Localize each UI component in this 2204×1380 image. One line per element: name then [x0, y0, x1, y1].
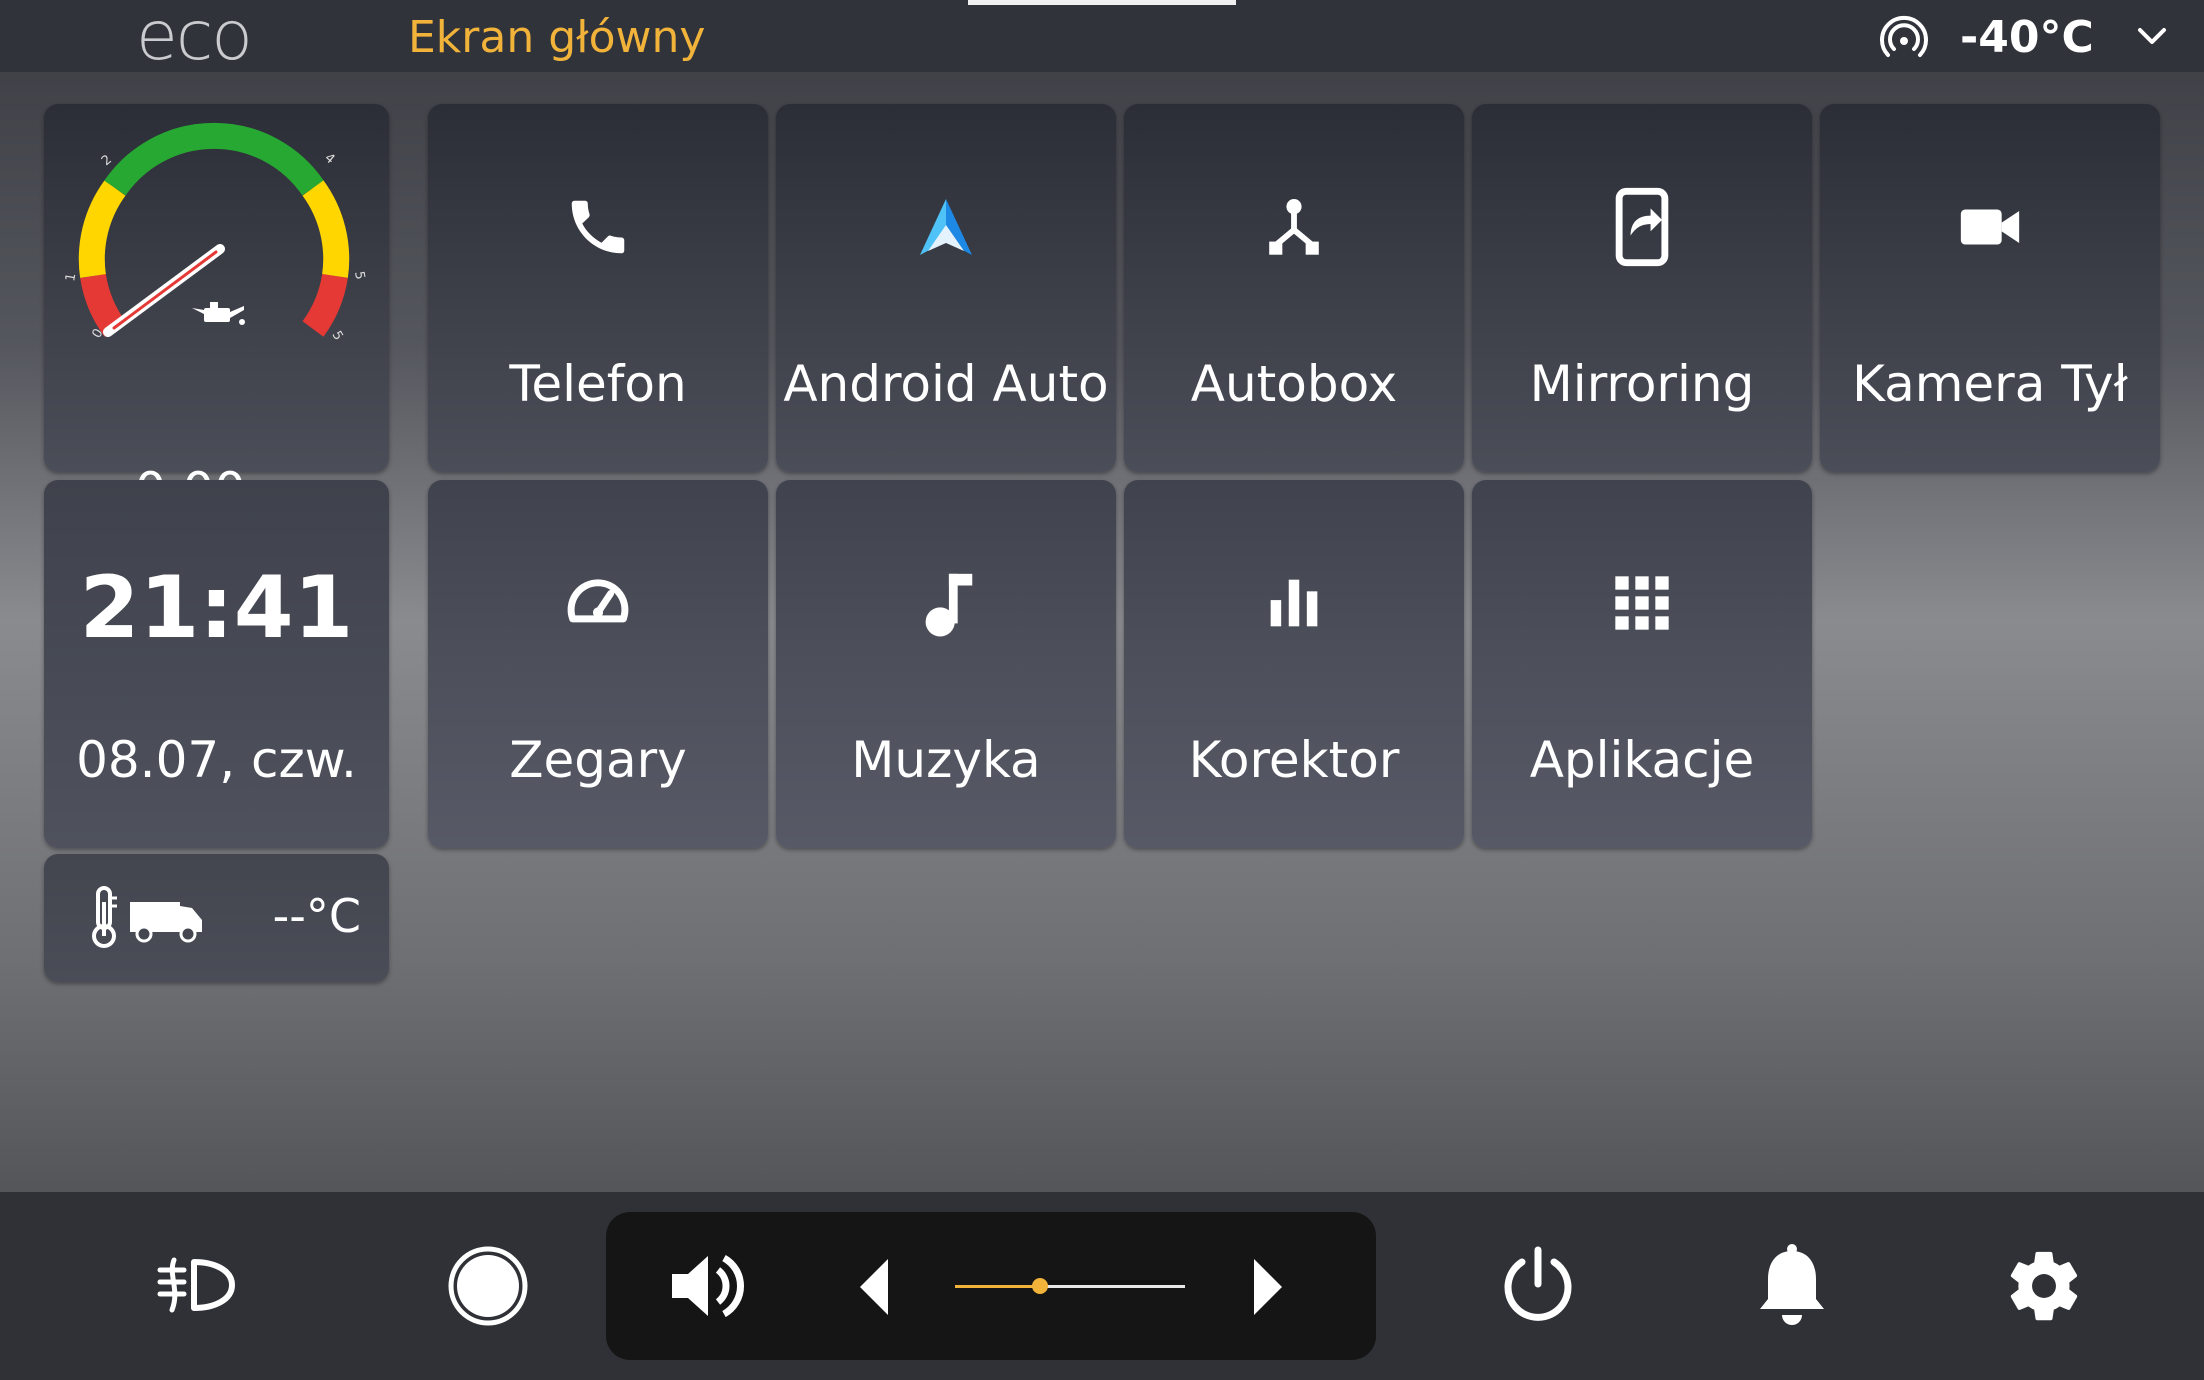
outside-temperature: -40°C: [1960, 12, 2094, 63]
page-title: Ekran główny: [408, 12, 706, 63]
fog-light-button[interactable]: [140, 1240, 250, 1330]
app-tile-zegary[interactable]: Zegary: [428, 480, 768, 848]
apps-grid-icon: [1615, 576, 1669, 630]
gauge-needle-core: [112, 250, 218, 330]
van-icon: [130, 902, 202, 943]
volume-slider-knob[interactable]: [1032, 1278, 1049, 1294]
app-tile-mirroring[interactable]: Mirroring: [1472, 104, 1812, 472]
app-tile-korektor[interactable]: Korektor: [1124, 480, 1464, 848]
volume-up-button[interactable]: [1238, 1254, 1298, 1320]
status-notch: [968, 0, 1236, 5]
power-button[interactable]: [1490, 1240, 1586, 1332]
android-auto-icon: [920, 199, 972, 255]
speedometer-icon: [567, 579, 629, 623]
cargo-temperature-icons: [92, 886, 202, 948]
app-label: Telefon: [509, 355, 687, 413]
top-bar: eco Ekran główny -40°C: [0, 0, 2204, 72]
gauge-tick: 1: [63, 272, 79, 283]
app-label: Android Auto: [783, 355, 1109, 413]
home-button[interactable]: [440, 1240, 536, 1332]
settings-button[interactable]: [1996, 1240, 2092, 1332]
app-label: Zegary: [509, 731, 687, 789]
prev-icon: [860, 1259, 888, 1315]
volume-down-button[interactable]: [844, 1254, 904, 1320]
brand-logo: eco: [136, 0, 253, 76]
fog-light-icon: [157, 1257, 235, 1313]
power-icon: [1504, 1246, 1572, 1321]
gauge-tick: 2: [99, 152, 115, 169]
oil-can-icon: [192, 302, 245, 325]
app-label: Korektor: [1188, 731, 1400, 789]
app-tile-autobox[interactable]: Autobox: [1124, 104, 1464, 472]
clock-widget[interactable]: 21:41 08.07, czw.: [44, 480, 389, 848]
thermometer-icon: [92, 886, 117, 948]
app-label: Autobox: [1190, 355, 1398, 413]
gauge-tick: 5: [329, 329, 346, 344]
clock-time: 21:41: [79, 558, 354, 658]
clock-date: 08.07, czw.: [76, 731, 357, 789]
phone-icon: [571, 200, 625, 254]
bell-icon: [1760, 1244, 1824, 1325]
cargo-temperature-value: --°C: [272, 889, 361, 943]
app-tile-aplikacje[interactable]: Aplikacje: [1472, 480, 1812, 848]
next-icon: [1254, 1259, 1282, 1315]
notifications-button[interactable]: [1744, 1240, 1840, 1332]
signal-icon: [1880, 15, 1928, 57]
autobox-icon: [1269, 199, 1319, 255]
home-circle-icon: [448, 1246, 528, 1326]
app-label: Aplikacje: [1529, 731, 1755, 789]
camera-icon: [1960, 209, 2020, 245]
app-tile-telefon[interactable]: Telefon: [428, 104, 768, 472]
app-tile-kamera-tyl[interactable]: Kamera Tył: [1820, 104, 2160, 472]
cargo-temperature-widget[interactable]: --°C: [44, 854, 389, 982]
mirroring-icon: [1615, 187, 1669, 267]
app-label: Kamera Tył: [1852, 355, 2128, 413]
gauge-tick: 4: [321, 151, 337, 168]
app-tile-android-auto[interactable]: Android Auto: [776, 104, 1116, 472]
equalizer-icon: [1270, 579, 1318, 627]
gear-icon: [2010, 1251, 2078, 1321]
chevron-down-icon[interactable]: [2132, 22, 2172, 52]
app-label: Muzyka: [851, 731, 1041, 789]
volume-slider[interactable]: [955, 1278, 1185, 1294]
app-tile-muzyka[interactable]: Muzyka: [776, 480, 1116, 848]
music-note-icon: [925, 573, 973, 637]
app-label: Mirroring: [1529, 355, 1755, 413]
oil-pressure-gauge: 0 1 2 4 5 5: [63, 122, 367, 344]
volume-slider-fill: [955, 1285, 1041, 1288]
oil-pressure-widget[interactable]: 0 1 2 4 5 5 0.00bar: [44, 104, 389, 520]
gauge-tick: 5: [351, 270, 367, 281]
volume-button[interactable]: [660, 1240, 756, 1332]
volume-icon: [672, 1254, 744, 1318]
